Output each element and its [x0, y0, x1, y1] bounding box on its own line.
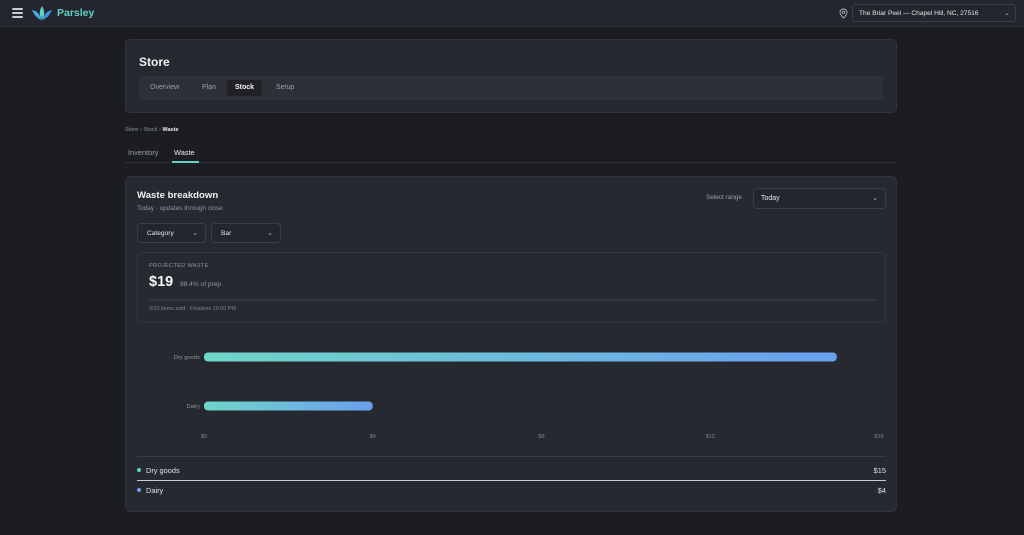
legend-name: Dry goods	[146, 466, 180, 475]
x-tick-label: $0	[201, 434, 207, 440]
category-label: Dry goods	[174, 355, 201, 361]
tab-stock[interactable]: Stock	[227, 80, 263, 96]
location-value: The Briar Peel — Chapel Hill, NC, 27516	[859, 10, 979, 17]
parsley-logo-icon	[32, 6, 52, 21]
bar-dry-goods[interactable]	[204, 352, 837, 362]
breadcrumb-item-store[interactable]: Store	[125, 127, 138, 133]
subtab-active-indicator	[172, 161, 199, 163]
legend-name: Dairy	[146, 486, 164, 495]
category-label: Dairy	[186, 404, 200, 410]
x-tick-label: $12	[706, 434, 715, 440]
tab-setup[interactable]: Setup	[268, 80, 302, 96]
brand-name[interactable]: Parsley	[57, 7, 94, 19]
breadcrumb-separator: ›	[158, 127, 161, 133]
x-tick-label: $4	[370, 434, 376, 440]
waste-breakdown-card: Waste breakdown Today · updates through …	[125, 176, 897, 512]
breadcrumb: Store › Stock › Waste	[125, 127, 179, 133]
x-tick-label: $8	[538, 434, 544, 440]
legend-divider	[137, 456, 886, 457]
location-select[interactable]: The Briar Peel — Chapel Hill, NC, 27516 …	[852, 4, 1016, 22]
legend-dot-icon	[137, 488, 141, 492]
location-pin-icon	[839, 8, 848, 19]
breadcrumb-separator: ›	[139, 127, 142, 133]
tab-overview[interactable]: Overview	[142, 80, 187, 96]
legend-row-dairy: Dairy $4	[137, 481, 886, 501]
menu-icon[interactable]	[12, 8, 23, 18]
x-tick-label: $16	[874, 434, 883, 440]
subtab-inventory[interactable]: Inventory	[128, 148, 158, 157]
waste-bar-chart: Dry goods Dairy $0 $4 $8 $12 $16	[174, 352, 884, 440]
legend-value: $15	[873, 466, 886, 475]
subtab-waste[interactable]: Waste	[174, 148, 195, 157]
subtab-divider	[125, 162, 897, 163]
top-bar: Parsley The Briar Peel — Chapel Hill, NC…	[0, 0, 1024, 27]
store-header-card: Store Overview Plan Stock Setup	[125, 39, 897, 113]
legend-row-dry-goods: Dry goods $15	[137, 461, 886, 481]
legend-dot-icon	[137, 468, 141, 472]
page-title: Store	[139, 55, 170, 69]
legend-value: $4	[877, 486, 886, 495]
store-tabs: Overview Plan Stock Setup	[139, 76, 883, 100]
tab-plan[interactable]: Plan	[194, 80, 224, 96]
chevron-down-icon: ⌄	[1004, 10, 1010, 17]
breadcrumb-current: Waste	[162, 127, 179, 133]
breadcrumb-item-stock[interactable]: Stock	[143, 127, 157, 133]
bar-dairy[interactable]	[204, 401, 373, 411]
